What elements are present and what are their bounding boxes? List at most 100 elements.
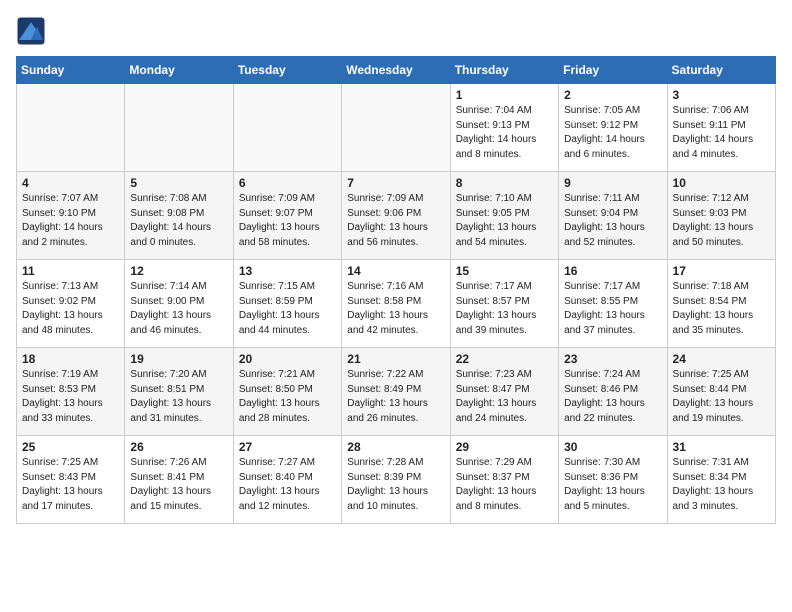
calendar-cell: 20 Sunrise: 7:21 AM Sunset: 8:50 PM Dayli… bbox=[233, 348, 341, 436]
day-info: Sunrise: 7:09 AM Sunset: 9:06 PM Dayligh… bbox=[347, 192, 444, 250]
calendar-cell: 24Sunrise: 7:25 AM Sunset: 8:44 PM Dayli… bbox=[667, 348, 775, 436]
calendar-body: 1 Sunrise: 7:04 AM Sunset: 9:13 PM Daylig… bbox=[17, 84, 776, 524]
day-info: Sunrise: 7:21 AM Sunset: 8:50 PM Dayligh… bbox=[239, 368, 336, 426]
day-number: 10 bbox=[673, 176, 770, 190]
day-number: 23 bbox=[564, 352, 661, 366]
calendar-week-3: 11 Sunrise: 7:13 AM Sunset: 9:02 PM Dayli… bbox=[17, 260, 776, 348]
calendar-cell: 15Sunrise: 7:17 AM Sunset: 8:57 PM Dayli… bbox=[450, 260, 558, 348]
calendar-cell: 22 Sunrise: 7:23 AM Sunset: 8:47 PM Dayli… bbox=[450, 348, 558, 436]
calendar-week-1: 1 Sunrise: 7:04 AM Sunset: 9:13 PM Daylig… bbox=[17, 84, 776, 172]
day-number: 24 bbox=[673, 352, 770, 366]
weekday-header-thursday: Thursday bbox=[450, 57, 558, 84]
day-number: 4 bbox=[22, 176, 119, 190]
day-number: 15 bbox=[456, 264, 553, 278]
calendar-cell bbox=[125, 84, 233, 172]
calendar-cell: 29 Sunrise: 7:29 AM Sunset: 8:37 PM Dayli… bbox=[450, 436, 558, 524]
calendar-cell: 8 Sunrise: 7:10 AM Sunset: 9:05 PM Daylig… bbox=[450, 172, 558, 260]
day-info: Sunrise: 7:25 AM Sunset: 8:43 PM Dayligh… bbox=[22, 456, 119, 514]
day-number: 17 bbox=[673, 264, 770, 278]
calendar-cell: 3Sunrise: 7:06 AM Sunset: 9:11 PM Daylig… bbox=[667, 84, 775, 172]
calendar-cell: 4 Sunrise: 7:07 AM Sunset: 9:10 PM Daylig… bbox=[17, 172, 125, 260]
calendar-cell: 13 Sunrise: 7:15 AM Sunset: 8:59 PM Dayli… bbox=[233, 260, 341, 348]
day-number: 29 bbox=[456, 440, 553, 454]
day-info: Sunrise: 7:16 AM Sunset: 8:58 PM Dayligh… bbox=[347, 280, 444, 338]
calendar-week-2: 4 Sunrise: 7:07 AM Sunset: 9:10 PM Daylig… bbox=[17, 172, 776, 260]
calendar-cell: 12 Sunrise: 7:14 AM Sunset: 9:00 PM Dayli… bbox=[125, 260, 233, 348]
day-number: 16 bbox=[564, 264, 661, 278]
calendar-cell: 6 Sunrise: 7:09 AM Sunset: 9:07 PM Daylig… bbox=[233, 172, 341, 260]
day-info: Sunrise: 7:26 AM Sunset: 8:41 PM Dayligh… bbox=[130, 456, 227, 514]
day-number: 18 bbox=[22, 352, 119, 366]
calendar-header-row: SundayMondayTuesdayWednesdayThursdayFrid… bbox=[17, 57, 776, 84]
day-number: 30 bbox=[564, 440, 661, 454]
calendar-cell: 30Sunrise: 7:30 AM Sunset: 8:36 PM Dayli… bbox=[559, 436, 667, 524]
day-info: Sunrise: 7:24 AM Sunset: 8:46 PM Dayligh… bbox=[564, 368, 661, 426]
calendar-cell: 16 Sunrise: 7:17 AM Sunset: 8:55 PM Dayli… bbox=[559, 260, 667, 348]
page-header bbox=[16, 16, 776, 46]
day-number: 6 bbox=[239, 176, 336, 190]
day-info: Sunrise: 7:18 AM Sunset: 8:54 PM Dayligh… bbox=[673, 280, 770, 338]
day-number: 8 bbox=[456, 176, 553, 190]
day-info: Sunrise: 7:04 AM Sunset: 9:13 PM Dayligh… bbox=[456, 104, 553, 162]
day-number: 1 bbox=[456, 88, 553, 102]
calendar-cell: 9 Sunrise: 7:11 AM Sunset: 9:04 PM Daylig… bbox=[559, 172, 667, 260]
day-info: Sunrise: 7:27 AM Sunset: 8:40 PM Dayligh… bbox=[239, 456, 336, 514]
day-number: 21 bbox=[347, 352, 444, 366]
calendar-cell: 26 Sunrise: 7:26 AM Sunset: 8:41 PM Dayli… bbox=[125, 436, 233, 524]
calendar-cell: 14 Sunrise: 7:16 AM Sunset: 8:58 PM Dayli… bbox=[342, 260, 450, 348]
day-info: Sunrise: 7:22 AM Sunset: 8:49 PM Dayligh… bbox=[347, 368, 444, 426]
day-info: Sunrise: 7:15 AM Sunset: 8:59 PM Dayligh… bbox=[239, 280, 336, 338]
calendar-cell: 18Sunrise: 7:19 AM Sunset: 8:53 PM Dayli… bbox=[17, 348, 125, 436]
calendar-cell bbox=[233, 84, 341, 172]
day-info: Sunrise: 7:07 AM Sunset: 9:10 PM Dayligh… bbox=[22, 192, 119, 250]
calendar-cell: 27Sunrise: 7:27 AM Sunset: 8:40 PM Dayli… bbox=[233, 436, 341, 524]
logo-icon bbox=[16, 16, 46, 46]
weekday-header-monday: Monday bbox=[125, 57, 233, 84]
day-number: 25 bbox=[22, 440, 119, 454]
day-number: 11 bbox=[22, 264, 119, 278]
calendar-cell: 19 Sunrise: 7:20 AM Sunset: 8:51 PM Dayli… bbox=[125, 348, 233, 436]
calendar-week-5: 25 Sunrise: 7:25 AM Sunset: 8:43 PM Dayli… bbox=[17, 436, 776, 524]
day-number: 22 bbox=[456, 352, 553, 366]
day-number: 20 bbox=[239, 352, 336, 366]
logo bbox=[16, 16, 48, 46]
calendar-cell: 31Sunrise: 7:31 AM Sunset: 8:34 PM Dayli… bbox=[667, 436, 775, 524]
day-number: 12 bbox=[130, 264, 227, 278]
day-number: 19 bbox=[130, 352, 227, 366]
calendar-table: SundayMondayTuesdayWednesdayThursdayFrid… bbox=[16, 56, 776, 524]
weekday-header-sunday: Sunday bbox=[17, 57, 125, 84]
calendar-cell: 25 Sunrise: 7:25 AM Sunset: 8:43 PM Dayli… bbox=[17, 436, 125, 524]
calendar-cell: 2Sunrise: 7:05 AM Sunset: 9:12 PM Daylig… bbox=[559, 84, 667, 172]
day-number: 5 bbox=[130, 176, 227, 190]
day-info: Sunrise: 7:14 AM Sunset: 9:00 PM Dayligh… bbox=[130, 280, 227, 338]
day-number: 13 bbox=[239, 264, 336, 278]
day-info: Sunrise: 7:17 AM Sunset: 8:55 PM Dayligh… bbox=[564, 280, 661, 338]
day-number: 14 bbox=[347, 264, 444, 278]
weekday-header-tuesday: Tuesday bbox=[233, 57, 341, 84]
calendar-cell: 5 Sunrise: 7:08 AM Sunset: 9:08 PM Daylig… bbox=[125, 172, 233, 260]
calendar-cell bbox=[17, 84, 125, 172]
calendar-cell: 17 Sunrise: 7:18 AM Sunset: 8:54 PM Dayli… bbox=[667, 260, 775, 348]
calendar-week-4: 18Sunrise: 7:19 AM Sunset: 8:53 PM Dayli… bbox=[17, 348, 776, 436]
calendar-cell: 11 Sunrise: 7:13 AM Sunset: 9:02 PM Dayli… bbox=[17, 260, 125, 348]
day-number: 9 bbox=[564, 176, 661, 190]
calendar-cell: 10 Sunrise: 7:12 AM Sunset: 9:03 PM Dayli… bbox=[667, 172, 775, 260]
day-info: Sunrise: 7:12 AM Sunset: 9:03 PM Dayligh… bbox=[673, 192, 770, 250]
day-info: Sunrise: 7:09 AM Sunset: 9:07 PM Dayligh… bbox=[239, 192, 336, 250]
day-number: 7 bbox=[347, 176, 444, 190]
weekday-header-saturday: Saturday bbox=[667, 57, 775, 84]
day-info: Sunrise: 7:08 AM Sunset: 9:08 PM Dayligh… bbox=[130, 192, 227, 250]
weekday-header-wednesday: Wednesday bbox=[342, 57, 450, 84]
day-number: 26 bbox=[130, 440, 227, 454]
weekday-header-friday: Friday bbox=[559, 57, 667, 84]
day-info: Sunrise: 7:20 AM Sunset: 8:51 PM Dayligh… bbox=[130, 368, 227, 426]
day-info: Sunrise: 7:11 AM Sunset: 9:04 PM Dayligh… bbox=[564, 192, 661, 250]
calendar-cell: 23 Sunrise: 7:24 AM Sunset: 8:46 PM Dayli… bbox=[559, 348, 667, 436]
day-info: Sunrise: 7:13 AM Sunset: 9:02 PM Dayligh… bbox=[22, 280, 119, 338]
day-number: 28 bbox=[347, 440, 444, 454]
day-info: Sunrise: 7:23 AM Sunset: 8:47 PM Dayligh… bbox=[456, 368, 553, 426]
day-info: Sunrise: 7:10 AM Sunset: 9:05 PM Dayligh… bbox=[456, 192, 553, 250]
calendar-cell: 1 Sunrise: 7:04 AM Sunset: 9:13 PM Daylig… bbox=[450, 84, 558, 172]
day-number: 2 bbox=[564, 88, 661, 102]
day-info: Sunrise: 7:29 AM Sunset: 8:37 PM Dayligh… bbox=[456, 456, 553, 514]
